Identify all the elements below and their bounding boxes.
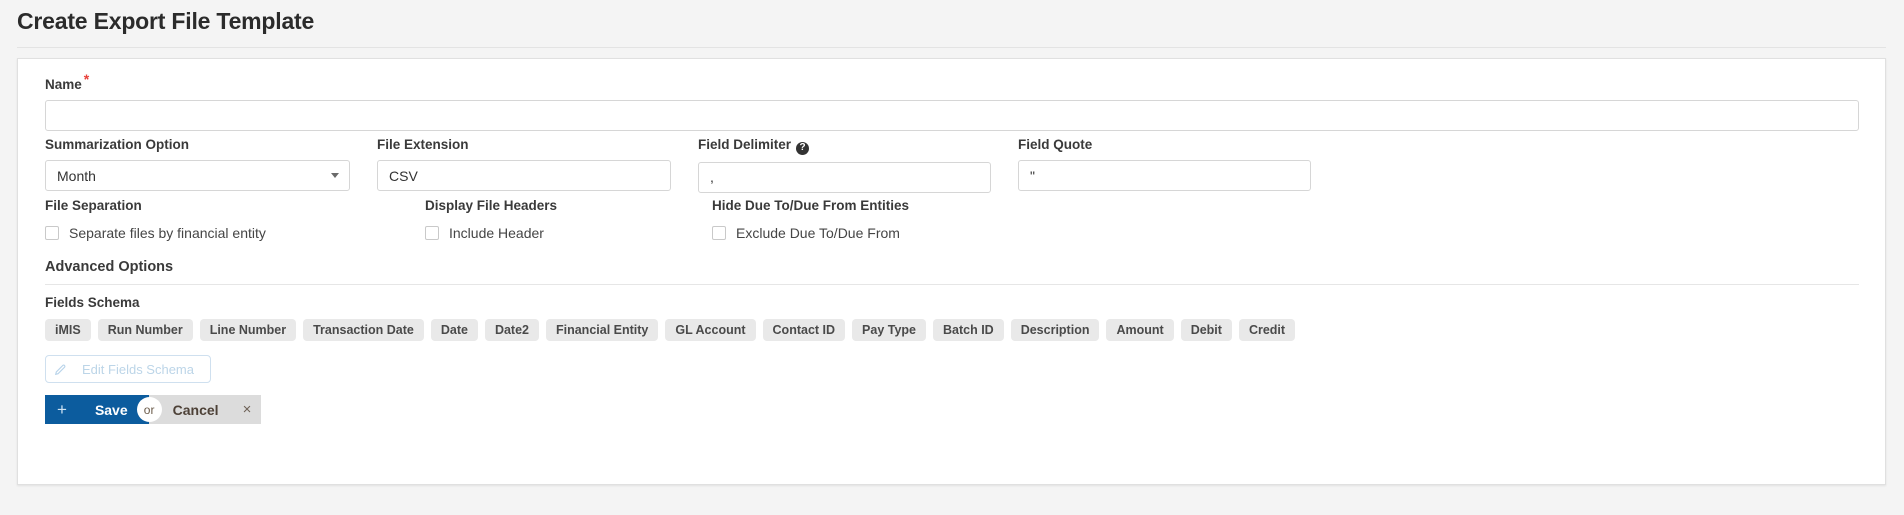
save-button-label: Save: [95, 402, 128, 418]
schema-chip[interactable]: Amount: [1106, 319, 1173, 341]
summarization-option-select[interactable]: Month: [45, 160, 350, 191]
options-row: Summarization Option Month File Extensio…: [45, 137, 1859, 193]
file-separation-checkbox-row[interactable]: Separate files by financial entity: [45, 225, 425, 241]
field-quote-group: Field Quote: [1018, 137, 1311, 193]
include-header-checkbox[interactable]: [425, 226, 439, 240]
summarization-option-label: Summarization Option: [45, 137, 350, 153]
chevron-down-icon: [331, 173, 339, 178]
page-title: Create Export File Template: [17, 8, 314, 35]
exclude-due-to-from-checkbox[interactable]: [712, 226, 726, 240]
field-quote-label: Field Quote: [1018, 137, 1311, 153]
field-delimiter-input[interactable]: [698, 162, 991, 193]
or-separator: or: [137, 397, 162, 422]
field-delimiter-group: Field Delimiter?: [698, 137, 991, 193]
schema-chip[interactable]: Description: [1011, 319, 1100, 341]
display-file-headers-group: Display File Headers Include Header: [425, 198, 712, 241]
field-delimiter-label: Field Delimiter?: [698, 137, 991, 155]
title-divider: [17, 47, 1886, 48]
file-separation-label: File Separation: [45, 198, 425, 214]
summarization-option-value: Month: [45, 160, 350, 191]
advanced-options-divider: [45, 284, 1859, 285]
fields-schema-label: Fields Schema: [45, 295, 140, 311]
name-field-group: Name*: [45, 77, 1859, 131]
include-header-checkbox-row[interactable]: Include Header: [425, 225, 712, 241]
file-separation-group: File Separation Separate files by financ…: [45, 198, 425, 241]
pencil-icon: [46, 356, 76, 382]
display-file-headers-label: Display File Headers: [425, 198, 712, 214]
hide-due-to-from-group: Hide Due To/Due From Entities Exclude Du…: [712, 198, 1012, 241]
schema-chip[interactable]: Financial Entity: [546, 319, 658, 341]
close-icon: ×: [243, 402, 252, 417]
schema-chip[interactable]: GL Account: [665, 319, 755, 341]
file-extension-input[interactable]: [377, 160, 671, 191]
edit-fields-schema-button[interactable]: Edit Fields Schema: [45, 355, 211, 383]
hide-due-to-from-label: Hide Due To/Due From Entities: [712, 198, 1012, 214]
required-asterisk: *: [84, 71, 89, 87]
checkbox-options-row: File Separation Separate files by financ…: [45, 198, 1859, 241]
edit-fields-schema-label: Edit Fields Schema: [76, 362, 210, 377]
fields-schema-chip-list: iMIS Run Number Line Number Transaction …: [45, 319, 1859, 341]
schema-chip[interactable]: Contact ID: [763, 319, 846, 341]
name-input[interactable]: [45, 100, 1859, 131]
schema-chip[interactable]: Line Number: [200, 319, 296, 341]
schema-chip[interactable]: Date: [431, 319, 478, 341]
file-extension-group: File Extension: [377, 137, 671, 193]
form-card: Name* Summarization Option Month File Ex…: [17, 58, 1886, 485]
help-circle-icon[interactable]: ?: [796, 142, 809, 155]
field-quote-input[interactable]: [1018, 160, 1311, 191]
summarization-option-group: Summarization Option Month: [45, 137, 350, 193]
exclude-due-to-from-checkbox-label: Exclude Due To/Due From: [736, 225, 900, 241]
schema-chip[interactable]: Debit: [1181, 319, 1232, 341]
include-header-checkbox-label: Include Header: [449, 225, 544, 241]
schema-chip[interactable]: Pay Type: [852, 319, 926, 341]
cancel-button-label: Cancel: [173, 402, 219, 418]
advanced-options-heading: Advanced Options: [45, 259, 173, 275]
file-separation-checkbox-label: Separate files by financial entity: [69, 225, 266, 241]
form-action-bar: + Save or Cancel ×: [45, 395, 261, 424]
schema-chip[interactable]: Run Number: [98, 319, 193, 341]
name-label-text: Name: [45, 77, 82, 92]
schema-chip[interactable]: Transaction Date: [303, 319, 424, 341]
schema-chip[interactable]: Batch ID: [933, 319, 1004, 341]
file-separation-checkbox[interactable]: [45, 226, 59, 240]
create-export-file-template-page: Create Export File Template Name* Summar…: [0, 0, 1904, 515]
name-label: Name*: [45, 77, 1859, 93]
file-extension-label: File Extension: [377, 137, 671, 153]
schema-chip[interactable]: iMIS: [45, 319, 91, 341]
exclude-due-to-from-checkbox-row[interactable]: Exclude Due To/Due From: [712, 225, 1012, 241]
field-delimiter-label-text: Field Delimiter: [698, 137, 791, 152]
schema-chip[interactable]: Credit: [1239, 319, 1295, 341]
save-button[interactable]: + Save: [45, 395, 150, 424]
cancel-button[interactable]: Cancel ×: [149, 395, 262, 424]
schema-chip[interactable]: Date2: [485, 319, 539, 341]
plus-icon: +: [57, 401, 67, 418]
